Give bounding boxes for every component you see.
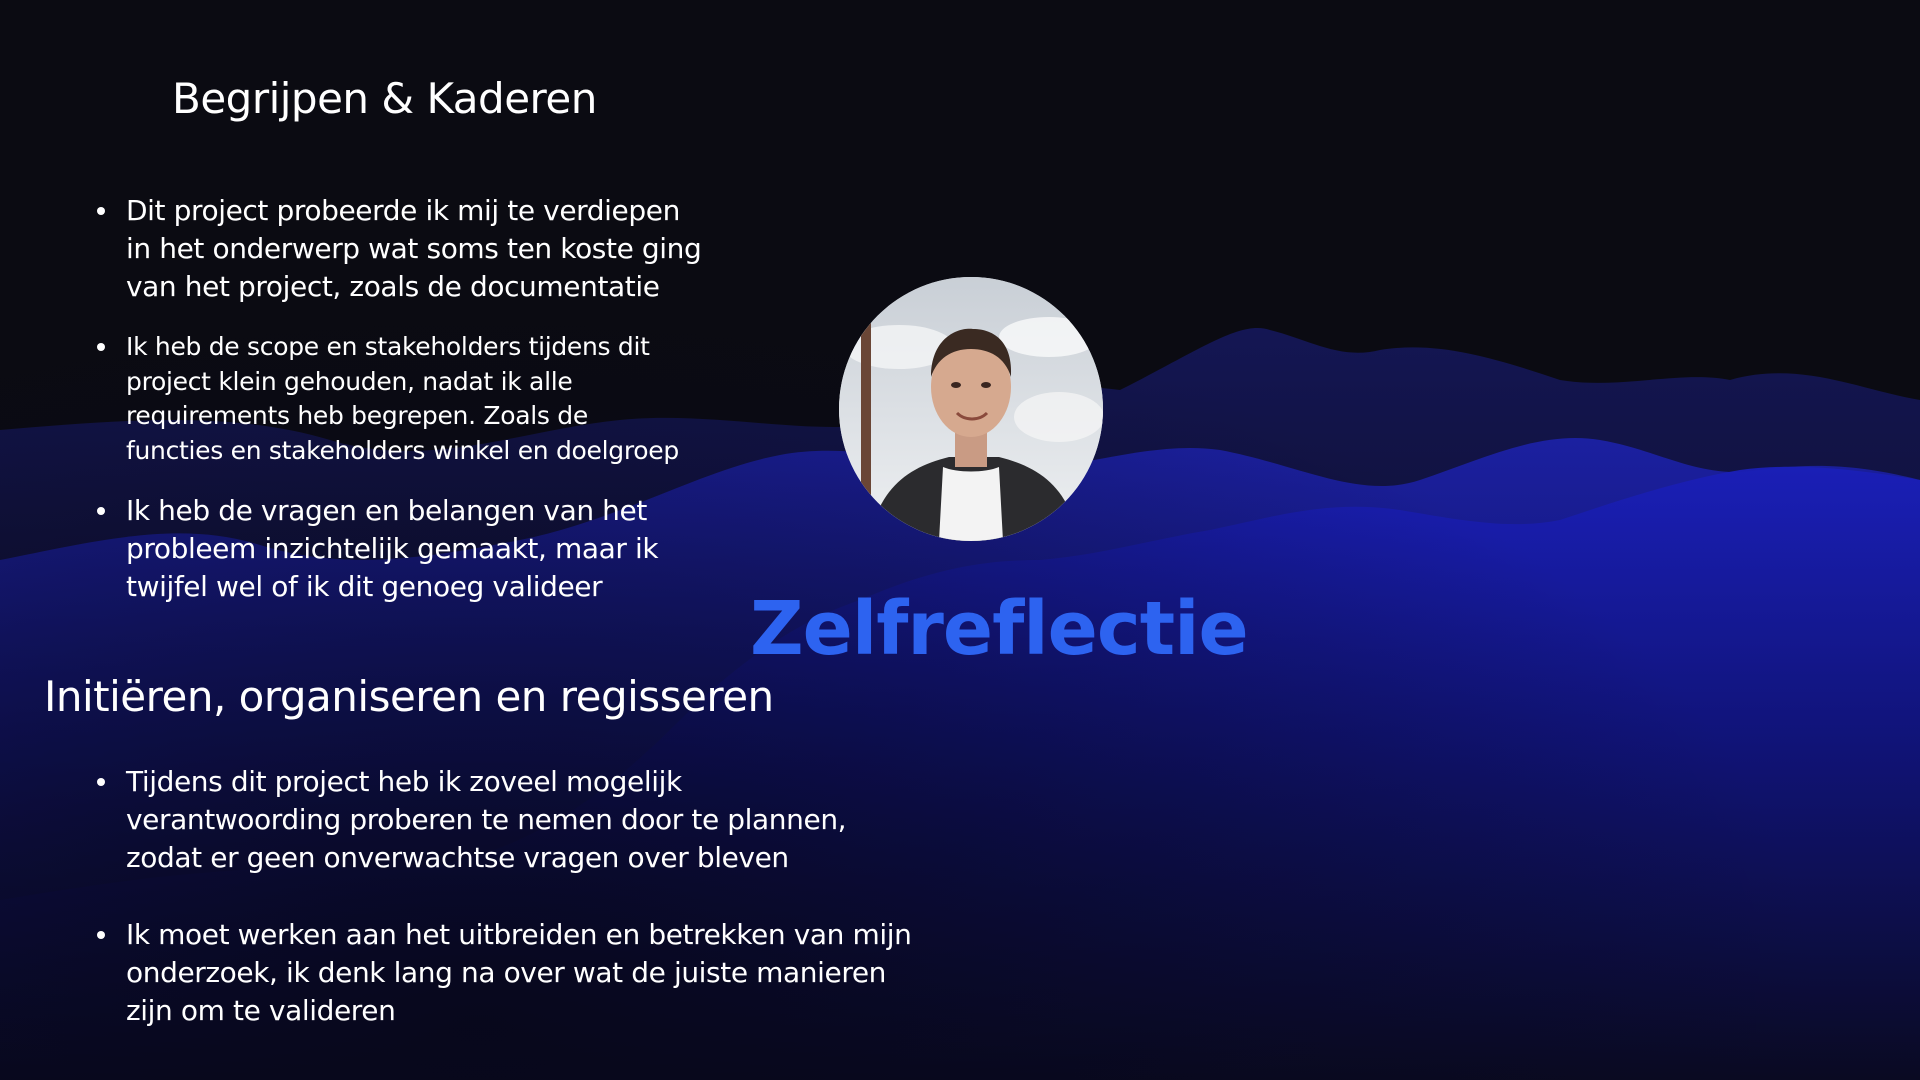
slide-title: Zelfreflectie <box>750 586 1249 672</box>
bullet-item: Ik heb de vragen en belangen van het pro… <box>97 492 737 606</box>
bullet-item: Ik moet werken aan het uitbreiden en bet… <box>97 916 957 1030</box>
bullet-item: Tijdens dit project heb ik zoveel mogeli… <box>97 763 957 877</box>
section-heading-begrijpen-kaderen: Begrijpen & Kaderen <box>172 74 597 123</box>
bullet-item: Dit project probeerde ik mij te verdiepe… <box>97 192 737 306</box>
portrait-photo <box>839 277 1103 541</box>
section-1-bullet-list: Dit project probeerde ik mij te verdiepe… <box>97 192 737 606</box>
section-2-bullet-list: Tijdens dit project heb ik zoveel mogeli… <box>97 763 957 1030</box>
section-heading-initieren: Initiëren, organiseren en regisseren <box>44 672 774 721</box>
slide: Begrijpen & Kaderen Dit project probeerd… <box>0 0 1920 1080</box>
bullet-item: Ik heb de scope en stakeholders tijdens … <box>97 330 737 468</box>
